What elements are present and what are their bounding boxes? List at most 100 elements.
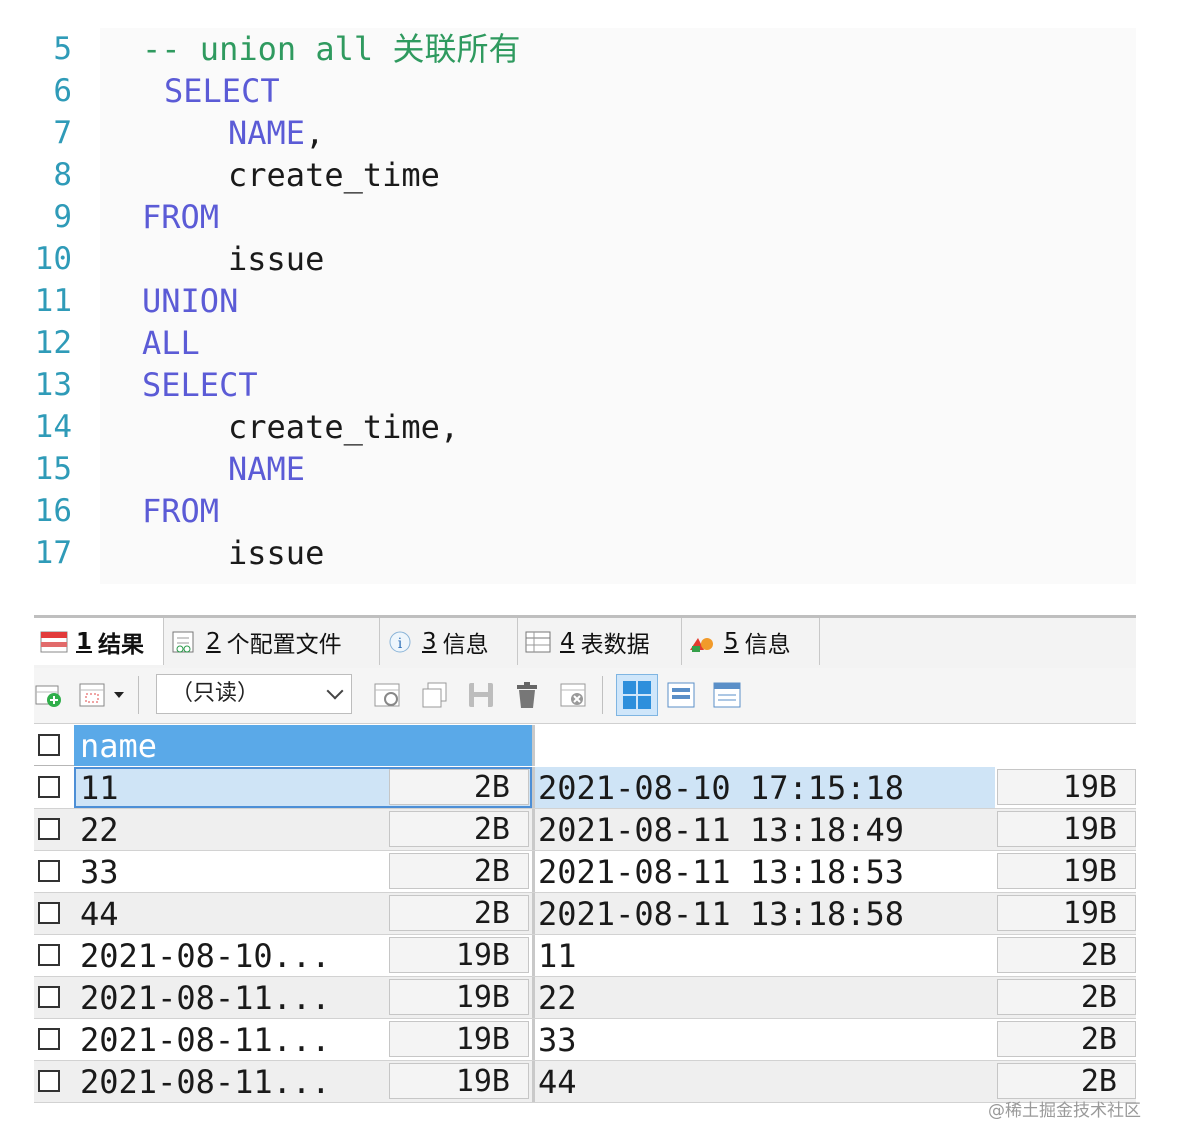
select-all-checkbox[interactable] [38,734,60,756]
code-line[interactable]: 15 NAME [0,448,1136,490]
tab-profiles[interactable]: 2 个配置文件 [164,618,380,665]
cell-name[interactable]: 33 [80,851,390,892]
cell-name[interactable]: 2021-08-11... [80,1061,390,1102]
cell-name[interactable]: 2021-08-10... [80,935,390,976]
cell-create-time-size: 2B [997,1021,1136,1057]
line-number: 11 [34,283,72,319]
form-view-icon[interactable] [666,680,696,710]
line-number: 6 [53,73,72,109]
line-number: 9 [53,199,72,235]
row-options-icon[interactable] [78,680,128,710]
cell-create-time-size: 2B [997,979,1136,1015]
line-number: 12 [34,325,72,361]
tab-number: 1 [76,628,93,655]
code-text: ALL [142,322,200,364]
discard-icon[interactable] [558,680,588,710]
copy-icon[interactable] [420,680,450,710]
line-number: 5 [53,31,72,67]
table-row[interactable]: 33 2B 2021-08-11 13:18:53 19B [34,851,1136,893]
sql-keyword: SELECT [164,72,280,110]
tab-info[interactable]: i 3 信息 [380,618,518,665]
code-line[interactable]: 16 FROM [0,490,1136,532]
result-toolbar: （只读） [34,668,1136,724]
code-line[interactable]: 13 SELECT [0,364,1136,406]
row-checkbox[interactable] [38,776,60,798]
watermark: @稀土掘金技术社区 [988,1101,1141,1121]
code-line[interactable]: 14 create_time, [0,406,1136,448]
code-line[interactable]: 9 FROM [0,196,1136,238]
code-line[interactable]: 5 -- union all 关联所有 [0,28,1136,70]
cell-name[interactable]: 2021-08-11... [80,977,390,1018]
line-number: 10 [34,241,72,277]
code-line[interactable]: 6 SELECT [0,70,1136,112]
cell-name[interactable]: 11 [80,767,390,808]
sql-punctuation: , [305,114,325,152]
row-checkbox[interactable] [38,902,60,924]
result-tab-bar: 1 结果 2 个配置文件 i 3 信息 4 表数据 5 信息 [34,615,1136,668]
tab-table-data[interactable]: 4 表数据 [518,618,682,665]
text-view-icon[interactable] [712,680,742,710]
insert-icon[interactable] [372,680,402,710]
tab-label: 结果 [98,631,145,658]
column-divider [532,977,535,1018]
cell-name[interactable]: 22 [80,809,390,850]
row-checkbox[interactable] [38,818,60,840]
cell-create-time-size: 19B [997,895,1136,931]
code-text: create_time [228,154,440,196]
cell-create-time[interactable]: 2021-08-11 13:18:53 [538,851,958,892]
table-row[interactable]: 22 2B 2021-08-11 13:18:49 19B [34,809,1136,851]
table-row[interactable]: 44 2B 2021-08-11 13:18:58 19B [34,893,1136,935]
table-row[interactable]: 2021-08-11... 19B 44 2B [34,1061,1136,1103]
profile-icon [170,630,198,654]
tab-number: 4 [560,628,575,655]
line-number: 8 [53,157,72,193]
cell-create-time[interactable]: 11 [538,935,958,976]
readonly-select[interactable]: （只读） [156,674,352,714]
table-row[interactable]: 2021-08-11... 19B 22 2B [34,977,1136,1019]
cell-name[interactable]: 2021-08-11... [80,1019,390,1060]
sql-keyword: NAME [228,450,306,488]
grid-view-icon[interactable] [616,674,658,716]
code-text: FROM [142,196,219,238]
table-row[interactable]: 2021-08-10... 19B 11 2B [34,935,1136,977]
svg-text:i: i [398,636,403,652]
code-text: issue [228,238,324,280]
column-header-name-label: name [80,727,158,765]
cell-create-time[interactable]: 2021-08-11 13:18:58 [538,893,958,934]
code-line[interactable]: 17 issue [0,532,1136,574]
tab-info-2[interactable]: 5 信息 [682,618,820,665]
column-divider [532,809,535,850]
sql-editor[interactable]: 5 -- union all 关联所有 6 SELECT 7 NAME, 8 create_t… [0,28,1136,584]
cell-create-time[interactable]: 33 [538,1019,958,1060]
row-checkbox[interactable] [38,1028,60,1050]
sql-identifier: issue [228,534,325,572]
code-line[interactable]: 7 NAME, [0,112,1136,154]
code-text: create_time, [228,406,459,448]
cell-create-time[interactable]: 44 [538,1061,958,1102]
cell-name[interactable]: 44 [80,893,390,934]
row-checkbox[interactable] [38,986,60,1008]
save-icon[interactable] [466,680,496,710]
sql-keyword: FROM [142,198,220,236]
cell-create-time-size: 19B [997,811,1136,847]
cell-create-time-size: 2B [997,937,1136,973]
code-line[interactable]: 11 UNION [0,280,1136,322]
cell-create-time[interactable]: 2021-08-11 13:18:49 [538,809,958,850]
tab-results[interactable]: 1 结果 [34,618,164,665]
code-text: FROM [142,490,219,532]
code-line[interactable]: 8 create_time [0,154,1136,196]
row-checkbox[interactable] [38,1070,60,1092]
cell-name-size: 2B [389,769,529,805]
add-row-icon[interactable] [34,680,64,710]
table-row[interactable]: 11 2B 2021-08-10 17:15:18 19B [34,767,1136,809]
tab-label: 个配置文件 [226,631,342,658]
delete-icon[interactable] [512,680,542,710]
row-checkbox[interactable] [38,944,60,966]
code-line[interactable]: 12 ALL [0,322,1136,364]
cell-create-time[interactable]: 2021-08-10 17:15:18 [538,767,958,808]
cell-create-time[interactable]: 22 [538,977,958,1018]
row-checkbox[interactable] [38,860,60,882]
code-line[interactable]: 10 issue [0,238,1136,280]
tab-number: 2 [206,628,221,655]
table-row[interactable]: 2021-08-11... 19B 33 2B [34,1019,1136,1061]
